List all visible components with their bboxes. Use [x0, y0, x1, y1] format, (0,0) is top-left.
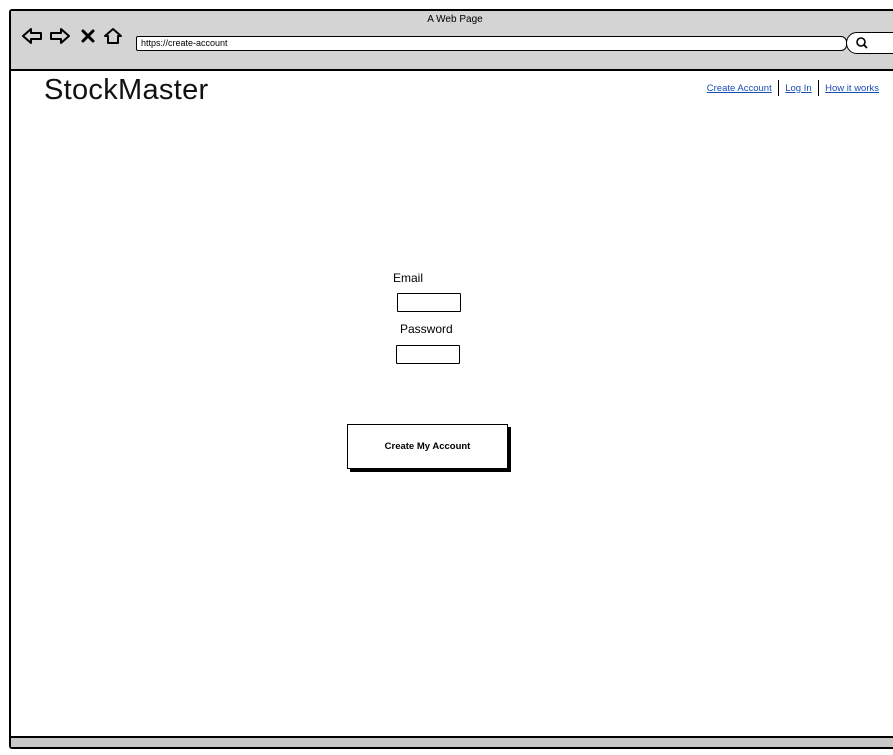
nav-divider: [817, 80, 820, 96]
password-field[interactable]: [396, 345, 460, 364]
browser-toolbar: A Web Page https://create-account: [11, 11, 893, 71]
search-icon: [856, 37, 868, 49]
window-title: A Web Page: [427, 14, 483, 25]
brand-logo: StockMaster: [44, 74, 209, 106]
address-bar[interactable]: https://create-account: [136, 36, 847, 51]
browser-window: A Web Page https://create-account: [9, 9, 893, 749]
home-icon[interactable]: [103, 27, 123, 45]
email-label: Email: [393, 271, 424, 285]
stop-icon[interactable]: [81, 29, 95, 43]
create-account-button[interactable]: Create My Account: [347, 424, 508, 469]
back-arrow-icon[interactable]: [21, 27, 43, 45]
browser-search-button[interactable]: [846, 32, 893, 54]
top-nav: Create Account Log In How it works: [707, 80, 879, 96]
nav-create-account-link[interactable]: Create Account: [707, 83, 772, 94]
forward-arrow-icon[interactable]: [49, 27, 71, 45]
nav-log-in-link[interactable]: Log In: [785, 83, 811, 94]
nav-divider: [777, 80, 780, 96]
status-bar: [11, 736, 893, 747]
password-label: Password: [400, 322, 453, 336]
nav-how-it-works-link[interactable]: How it works: [825, 83, 879, 94]
email-field[interactable]: [397, 293, 461, 312]
